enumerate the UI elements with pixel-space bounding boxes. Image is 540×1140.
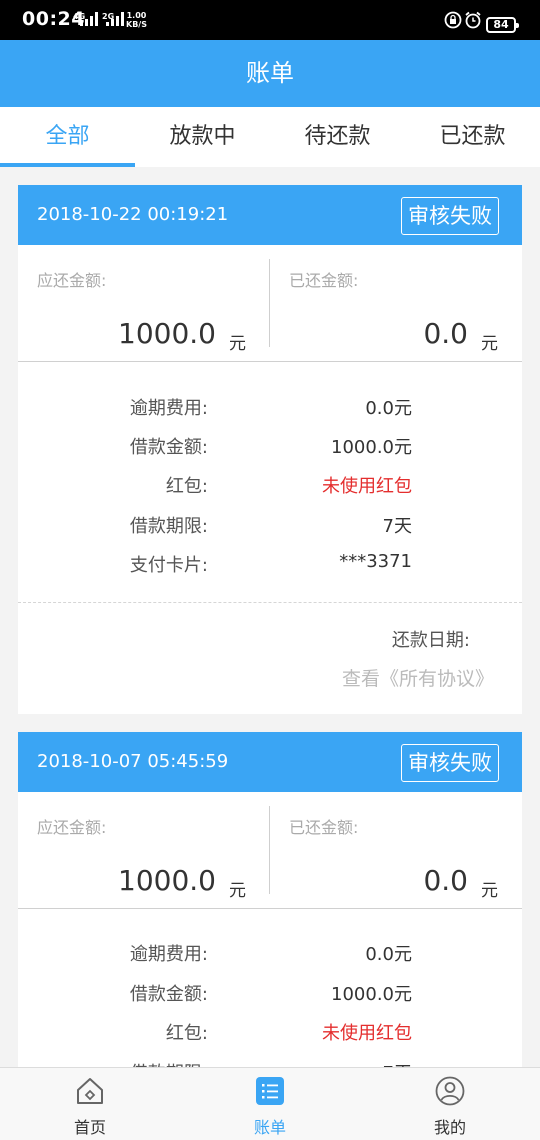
red-packet-label: 红包: bbox=[165, 1023, 208, 1044]
loan-amount-label: 借款金额: bbox=[129, 437, 208, 458]
paid-amount-unit: 元 bbox=[481, 334, 498, 354]
bill-datetime: 2018-10-22 00:19:21 bbox=[37, 204, 229, 225]
bill-card-header: 2018-10-07 05:45:59 审核失败 bbox=[18, 732, 522, 792]
alarm-icon bbox=[465, 11, 481, 29]
bill-list-icon bbox=[256, 1077, 284, 1105]
paid-amount-value: 0.0 bbox=[423, 864, 468, 897]
bottom-nav: 首页 账单 我的 bbox=[0, 1067, 540, 1140]
tab-lending[interactable]: 放款中 bbox=[135, 107, 270, 167]
status-button[interactable]: 审核失败 bbox=[401, 744, 499, 782]
paid-amount-value: 0.0 bbox=[423, 317, 468, 350]
bill-card: 2018-10-22 00:19:21 审核失败 应还金额: 1000.0 元 … bbox=[18, 185, 522, 714]
overdue-fee-label: 逾期费用: bbox=[129, 944, 208, 965]
speed-value: 1.00 bbox=[126, 11, 147, 20]
lock-rotation-icon bbox=[444, 11, 462, 29]
bill-card: 2018-10-07 05:45:59 审核失败 应还金额: 1000.0 元 … bbox=[18, 732, 522, 1084]
signal-2-icon bbox=[106, 12, 124, 26]
tab-all[interactable]: 全部 bbox=[0, 107, 135, 167]
nav-profile-label: 我的 bbox=[433, 1118, 466, 1137]
network-speed: 1.00 KB/S bbox=[126, 11, 147, 29]
bill-card-header: 2018-10-22 00:19:21 审核失败 bbox=[18, 185, 522, 245]
speed-unit: KB/S bbox=[126, 20, 147, 29]
page-title: 账单 bbox=[0, 40, 540, 107]
due-amount-label: 应还金额: bbox=[37, 818, 107, 837]
bill-datetime: 2018-10-07 05:45:59 bbox=[37, 751, 229, 772]
due-amount-value: 1000.0 bbox=[118, 317, 216, 350]
paid-amount-unit: 元 bbox=[481, 881, 498, 901]
tab-pending-repayment[interactable]: 待还款 bbox=[270, 107, 405, 167]
loan-term-value: 7天 bbox=[382, 516, 412, 537]
bill-amounts: 应还金额: 1000.0 元 已还金额: 0.0 元 bbox=[18, 245, 522, 362]
loan-term-label: 借款期限: bbox=[129, 516, 208, 537]
amount-divider bbox=[269, 259, 270, 347]
nav-home[interactable]: 首页 bbox=[30, 1068, 150, 1140]
nav-bills-label: 账单 bbox=[253, 1118, 286, 1137]
nav-home-label: 首页 bbox=[73, 1118, 106, 1137]
red-packet-label: 红包: bbox=[165, 476, 208, 497]
user-icon bbox=[435, 1076, 465, 1106]
payment-card-value: ***3371 bbox=[339, 551, 412, 572]
tab-bar: 全部 放款中 待还款 已还款 bbox=[0, 107, 540, 167]
home-icon bbox=[77, 1078, 103, 1104]
status-button[interactable]: 审核失败 bbox=[401, 197, 499, 235]
due-amount-value: 1000.0 bbox=[118, 864, 216, 897]
loan-amount-value: 1000.0元 bbox=[331, 984, 412, 1005]
nav-bills[interactable]: 账单 bbox=[210, 1068, 330, 1140]
overdue-fee-value: 0.0元 bbox=[365, 944, 412, 965]
nav-profile[interactable]: 我的 bbox=[390, 1068, 510, 1140]
repay-date-label: 还款日期: bbox=[391, 630, 470, 651]
view-agreements-link[interactable]: 查看《所有协议》 bbox=[342, 664, 494, 691]
overdue-fee-value: 0.0元 bbox=[365, 398, 412, 419]
loan-amount-label: 借款金额: bbox=[129, 984, 208, 1005]
red-packet-value: 未使用红包 bbox=[322, 476, 412, 497]
paid-amount-label: 已还金额: bbox=[289, 271, 359, 290]
dashed-divider bbox=[18, 602, 522, 603]
due-amount-label: 应还金额: bbox=[37, 271, 107, 290]
amount-divider bbox=[269, 806, 270, 894]
loan-amount-value: 1000.0元 bbox=[331, 437, 412, 458]
red-packet-value: 未使用红包 bbox=[322, 1023, 412, 1044]
signal-1-icon bbox=[80, 12, 98, 26]
status-bar: 00:24 4G 2G 1.00 KB/S 84 bbox=[0, 0, 540, 40]
battery-icon: 84 bbox=[486, 17, 519, 33]
tab-repaid[interactable]: 已还款 bbox=[405, 107, 540, 167]
overdue-fee-label: 逾期费用: bbox=[129, 398, 208, 419]
due-amount-unit: 元 bbox=[229, 334, 246, 354]
bill-amounts: 应还金额: 1000.0 元 已还金额: 0.0 元 bbox=[18, 792, 522, 909]
paid-amount-label: 已还金额: bbox=[289, 818, 359, 837]
payment-card-label: 支付卡片: bbox=[129, 555, 208, 576]
due-amount-unit: 元 bbox=[229, 881, 246, 901]
